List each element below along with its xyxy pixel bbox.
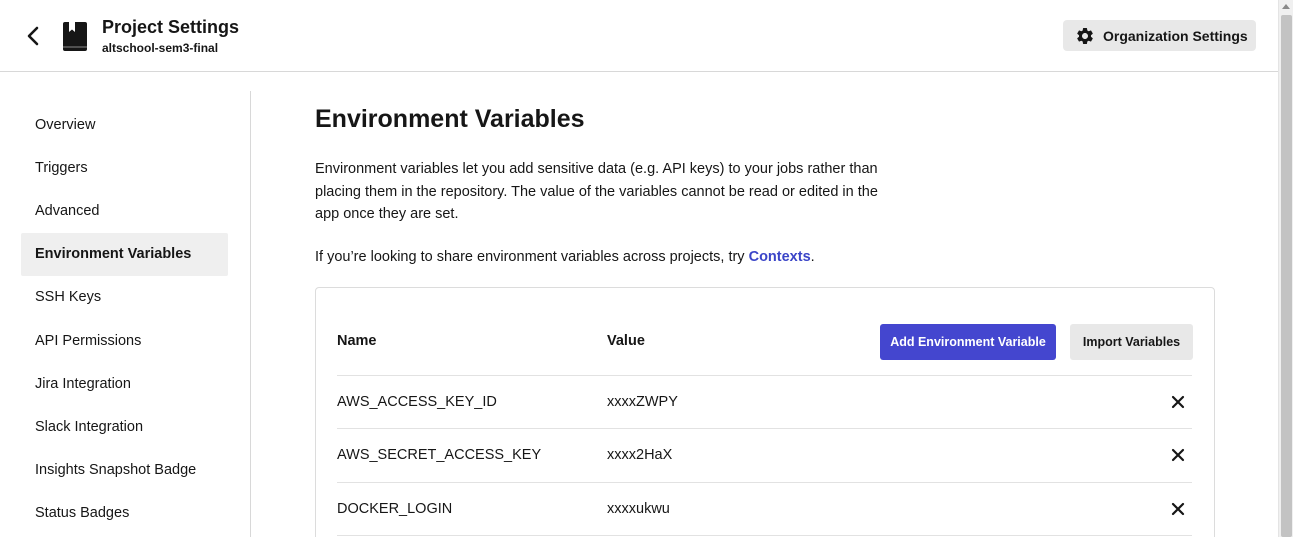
import-variables-button[interactable]: Import Variables: [1070, 324, 1193, 360]
back-button[interactable]: [20, 22, 46, 50]
column-header-value: Value: [607, 333, 645, 349]
sidebar-item-insights-snapshot-badge[interactable]: Insights Snapshot Badge: [21, 449, 228, 492]
column-header-name: Name: [337, 333, 377, 349]
table-row: DOCKER_LOGIN xxxxukwu: [337, 483, 1192, 536]
share-hint-text: If you’re looking to share environment v…: [315, 248, 749, 265]
sidebar-item-jira-integration[interactable]: Jira Integration: [21, 362, 228, 405]
variable-name: AWS_ACCESS_KEY_ID: [337, 394, 497, 411]
delete-variable-button[interactable]: [1170, 501, 1186, 517]
organization-settings-button[interactable]: Organization Settings: [1063, 20, 1256, 51]
top-header: Project Settings altschool-sem3-final Or…: [0, 0, 1278, 72]
env-vars-list: AWS_ACCESS_KEY_ID xxxxZWPY AWS_SECRET_AC…: [337, 376, 1192, 536]
page-title: Project Settings: [102, 17, 240, 37]
env-vars-table-card: Name Value Add Environment Variable Impo…: [315, 287, 1215, 537]
variable-name: DOCKER_LOGIN: [337, 500, 453, 517]
chevron-left-icon: [27, 26, 39, 46]
sidebar-divider: [250, 91, 251, 537]
sidebar-item-environment-variables[interactable]: Environment Variables: [21, 232, 228, 276]
close-icon: [1171, 396, 1185, 409]
section-description: Environment variables let you add sensit…: [315, 161, 878, 222]
table-row: AWS_ACCESS_KEY_ID xxxxZWPY: [337, 376, 1192, 430]
variable-value: xxxx2HaX: [607, 447, 673, 464]
sidebar-item-triggers[interactable]: Triggers: [21, 146, 228, 189]
close-icon: [1171, 449, 1185, 462]
sidebar-item-ssh-keys[interactable]: SSH Keys: [21, 276, 228, 319]
variable-value: xxxxZWPY: [607, 394, 678, 411]
delete-variable-button[interactable]: [1170, 447, 1186, 463]
sidebar-item-api-permissions[interactable]: API Permissions: [21, 319, 228, 362]
main-content: Environment Variables Environment variab…: [315, 104, 1215, 268]
title-block: Project Settings altschool-sem3-final: [102, 16, 239, 55]
sidebar-item-advanced[interactable]: Advanced: [21, 189, 228, 232]
bookmark-icon: [62, 21, 88, 52]
share-hint-suffix: .: [810, 248, 815, 265]
scroll-thumb[interactable]: [1281, 15, 1292, 537]
sidebar-item-status-badges[interactable]: Status Badges: [21, 492, 228, 535]
share-hint: If you’re looking to share environment v…: [315, 246, 1215, 268]
close-icon: [1171, 502, 1185, 515]
organization-settings-label: Organization Settings: [1103, 27, 1248, 44]
contexts-link[interactable]: Contexts: [749, 249, 811, 265]
table-header: Name Value Add Environment Variable Impo…: [337, 288, 1193, 376]
variable-name: AWS_SECRET_ACCESS_KEY: [337, 447, 542, 464]
gear-icon: [1077, 27, 1093, 44]
sidebar-item-slack-integration[interactable]: Slack Integration: [21, 405, 228, 448]
settings-sidebar: Overview Triggers Advanced Environment V…: [21, 103, 228, 535]
delete-variable-button[interactable]: [1170, 394, 1186, 410]
project-name: altschool-sem3-final: [102, 41, 219, 55]
scroll-up-icon[interactable]: [1282, 4, 1290, 9]
sidebar-item-overview[interactable]: Overview: [21, 103, 228, 146]
variable-value: xxxxukwu: [607, 500, 670, 517]
add-environment-variable-button[interactable]: Add Environment Variable: [880, 324, 1056, 360]
table-row: AWS_SECRET_ACCESS_KEY xxxx2HaX: [337, 429, 1192, 483]
vertical-scrollbar[interactable]: [1278, 0, 1293, 537]
section-title: Environment Variables: [315, 105, 585, 133]
